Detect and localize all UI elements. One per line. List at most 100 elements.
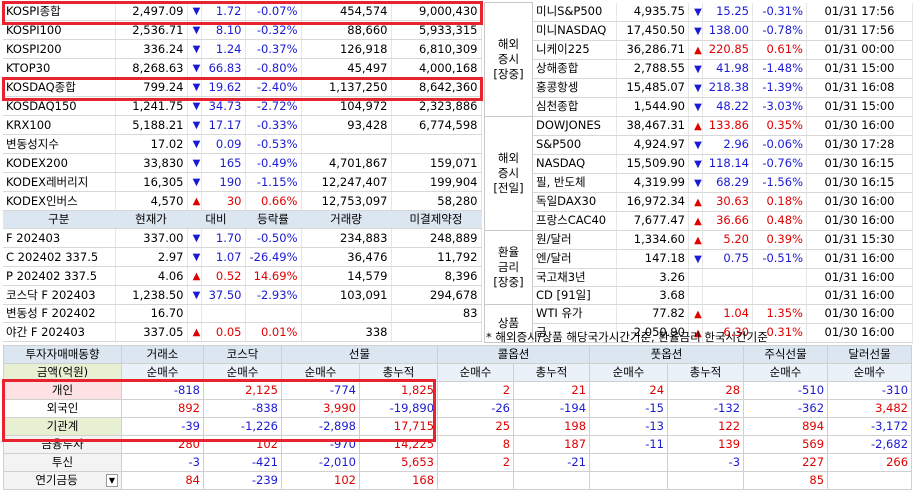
futures-row[interactable]: 변동성 F 202402 16.70 83 — [3, 304, 482, 323]
overseas-row[interactable]: 심천종합1,544.90 48.22-3.03%01/31 15:00 — [485, 97, 913, 117]
overseas-row[interactable]: CD [91일] 3.68 01/31 16:00 — [485, 286, 913, 305]
index-amount: 4,000,168 — [391, 58, 482, 78]
overseas-name[interactable]: DOWJONES — [532, 116, 617, 136]
index-name[interactable]: KODEX인버스 — [3, 191, 116, 211]
overseas-name[interactable]: 원/달러 — [532, 230, 617, 250]
futures-name[interactable]: 코스닥 F 202403 — [3, 285, 116, 305]
index-change: 17.17 — [201, 115, 246, 135]
index-name[interactable]: KOSDAQ150 — [3, 96, 116, 116]
overseas-row[interactable]: 미니NASDAQ17,450.50 138.00-0.78%01/31 17:56 — [485, 21, 913, 41]
futures-name[interactable]: 변동성 F 202402 — [3, 304, 116, 323]
index-row[interactable]: KODEX인버스4,570 300.66%12,753,09758,280 — [3, 191, 482, 211]
overseas-name[interactable]: 프랑스CAC40 — [532, 211, 617, 231]
investor-row[interactable]: 투신 -3 -421 -2,010 5,653 2 -21 -3 227 266 — [3, 453, 913, 472]
index-row[interactable]: KTOP308,268.63 66.83-0.80%45,4974,000,168 — [3, 58, 482, 78]
overseas-price: 77.82 — [616, 304, 689, 324]
index-name[interactable]: KOSPI200 — [3, 39, 116, 59]
investor-row[interactable]: 개인 -818 2,125 -774 1,825 2 21 24 28 -510 -310 — [3, 381, 913, 400]
index-row[interactable]: KRX1005,188.21 17.17-0.33%93,4286,774,598 — [3, 115, 482, 135]
overseas-row[interactable]: 니케이22536,286.71 220.850.61%01/31 00:00 — [485, 40, 913, 60]
overseas-name[interactable]: 심천종합 — [532, 97, 617, 117]
overseas-row[interactable]: 프랑스CAC407,677.47 36.660.48%01/30 16:00 — [485, 211, 913, 231]
investor-row[interactable]: 금융투자 280 102 -970 14,225 8 187 -11 139 569 -2,682 — [3, 435, 913, 454]
overseas-row[interactable]: 상해종합2,788.55 41.98-1.48%01/31 15:00 — [485, 59, 913, 79]
index-row[interactable]: KOSPI1002,536.71 8.10-0.32%88,6605,933,31… — [3, 20, 482, 40]
index-row[interactable]: KOSPI종합2,497.09 1.72-0.07%454,5749,000,43… — [3, 2, 482, 21]
overseas-name[interactable]: 국고채3년 — [532, 268, 617, 287]
overseas-rate: -1.48% — [752, 59, 807, 79]
overseas-name[interactable]: CD [91일] — [532, 286, 617, 305]
overseas-name[interactable]: 니케이225 — [532, 40, 617, 60]
overseas-row[interactable]: 환율금리[장중]원/달러1,334.60 5.200.39%01/31 15:30 — [484, 229, 913, 305]
overseas-row[interactable]: S&P5004,924.97 2.96-0.06%01/30 17:28 — [485, 135, 913, 155]
futures-open-interest: 294,678 — [391, 285, 482, 305]
investor-name[interactable]: 기관계 — [3, 417, 122, 436]
group-header-4: 풋옵션 — [589, 345, 745, 364]
investor-name[interactable]: 개인 — [3, 381, 122, 400]
overseas-name[interactable]: 홍콩항셍 — [532, 78, 617, 98]
overseas-name[interactable]: 엔/달러 — [532, 249, 617, 269]
overseas-row[interactable]: 해외증시[전일]DOWJONES38,467.31133.860.35%01/3… — [484, 115, 913, 231]
index-name[interactable]: KODEX레버리지 — [3, 172, 116, 192]
index-name[interactable]: KOSPI종합 — [3, 2, 116, 21]
futures-row[interactable]: 야간 F 202403337.05 0.050.01%338 — [3, 322, 482, 342]
futures-name[interactable]: F 202403 — [3, 228, 116, 248]
futures-name[interactable]: P 202402 337.5 — [3, 266, 116, 286]
index-volume: 104,972 — [301, 96, 392, 116]
investor-name[interactable]: 연기금등 ▼ — [3, 471, 122, 490]
change-arrow-cell — [187, 134, 202, 154]
futures-name[interactable]: 야간 F 202403 — [3, 322, 116, 342]
investor-row[interactable]: 기관계 -39 -1,226 -2,898 17,715 25 198 -13 122 894 -3… — [3, 417, 913, 436]
index-row[interactable]: KOSDAQ1501,241.75 34.73-2.72%104,9722,323… — [3, 96, 482, 116]
overseas-row[interactable]: 엔/달러147.18 0.75-0.51%01/31 16:00 — [485, 249, 913, 269]
down-triangle-icon — [191, 155, 201, 172]
futures-rate — [245, 304, 302, 323]
index-name[interactable]: KOSDAQ종합 — [3, 77, 116, 97]
overseas-row[interactable]: 국고채3년 3.26 01/31 16:00 — [485, 268, 913, 287]
dropdown-arrow-icon[interactable]: ▼ — [106, 474, 118, 487]
overseas-row[interactable]: 해외증시[장중]미니S&P5004,935.7515.25-0.31%01/31… — [484, 2, 913, 117]
index-rate: -2.40% — [245, 77, 302, 97]
investor-name[interactable]: 외국인 — [3, 399, 122, 418]
investor-value: 5,653 — [358, 453, 439, 472]
overseas-name[interactable]: 미니NASDAQ — [532, 21, 617, 41]
investor-row[interactable]: 연기금등 ▼ 84 -239 102 168 85 — [3, 471, 913, 490]
overseas-name[interactable]: NASDAQ — [532, 154, 617, 174]
overseas-row[interactable]: NASDAQ15,509.90 118.14-0.76%01/30 16:15 — [485, 154, 913, 174]
investor-row[interactable]: 외국인 892 -838 3,990 -19,890 -26 -194 -15 -132 -362… — [3, 399, 913, 418]
index-name[interactable]: KRX100 — [3, 115, 116, 135]
change-arrow-cell — [688, 40, 703, 60]
overseas-change: 0.75 — [702, 249, 753, 269]
overseas-time: 01/31 15:00 — [806, 97, 913, 117]
overseas-row[interactable]: 홍콩항셍15,485.07 218.38-1.39%01/31 16:08 — [485, 78, 913, 98]
overseas-name[interactable]: 상해종합 — [532, 59, 617, 79]
overseas-name[interactable]: 필, 반도체 — [532, 173, 617, 193]
futures-row[interactable]: C 202402 337.52.97 1.07-26.49%36,47611,79… — [3, 247, 482, 267]
overseas-name[interactable]: WTI 유가 — [532, 304, 617, 324]
overseas-name[interactable]: 독일DAX30 — [532, 192, 617, 212]
index-row[interactable]: KOSPI200336.24 1.24-0.37%126,9186,810,309 — [3, 39, 482, 59]
index-name[interactable]: KOSPI100 — [3, 20, 116, 40]
index-row[interactable]: KODEX20033,830 165-0.49%4,701,867159,071 — [3, 153, 482, 173]
change-arrow-cell — [187, 304, 202, 323]
overseas-time: 01/31 16:08 — [806, 78, 913, 98]
overseas-change: 138.00 — [702, 21, 753, 41]
index-name[interactable]: KTOP30 — [3, 58, 116, 78]
overseas-name[interactable]: S&P500 — [532, 135, 617, 155]
overseas-row[interactable]: 상품WTI 유가77.821.041.35%01/30 16:00 — [484, 303, 913, 343]
investor-name[interactable]: 금융투자 — [3, 435, 122, 454]
futures-row[interactable]: F 202403337.00 1.70-0.50%234,883248,889 — [3, 228, 482, 248]
index-row[interactable]: KODEX레버리지16,305 190-1.15%12,247,407199,90… — [3, 172, 482, 192]
index-name[interactable]: 변동성지수 — [3, 134, 116, 154]
futures-name[interactable]: C 202402 337.5 — [3, 247, 116, 267]
investor-value: 198 — [513, 417, 591, 436]
futures-row[interactable]: 코스닥 F 2024031,238.50 37.50-2.93%103,09129… — [3, 285, 482, 305]
index-row[interactable]: KOSDAQ종합799.24 19.62-2.40%1,137,2508,642,… — [3, 77, 482, 97]
index-name[interactable]: KODEX200 — [3, 153, 116, 173]
overseas-name[interactable]: 미니S&P500 — [532, 2, 617, 22]
investor-name[interactable]: 투신 — [3, 453, 122, 472]
index-row[interactable]: 변동성지수17.02 0.09-0.53% — [3, 134, 482, 154]
futures-row[interactable]: P 202402 337.54.06 0.5214.69%14,5798,396 — [3, 266, 482, 286]
overseas-row[interactable]: 필, 반도체4,319.99 68.29-1.56%01/30 16:15 — [485, 173, 913, 193]
overseas-row[interactable]: 독일DAX3016,972.34 30.630.18%01/30 16:00 — [485, 192, 913, 212]
